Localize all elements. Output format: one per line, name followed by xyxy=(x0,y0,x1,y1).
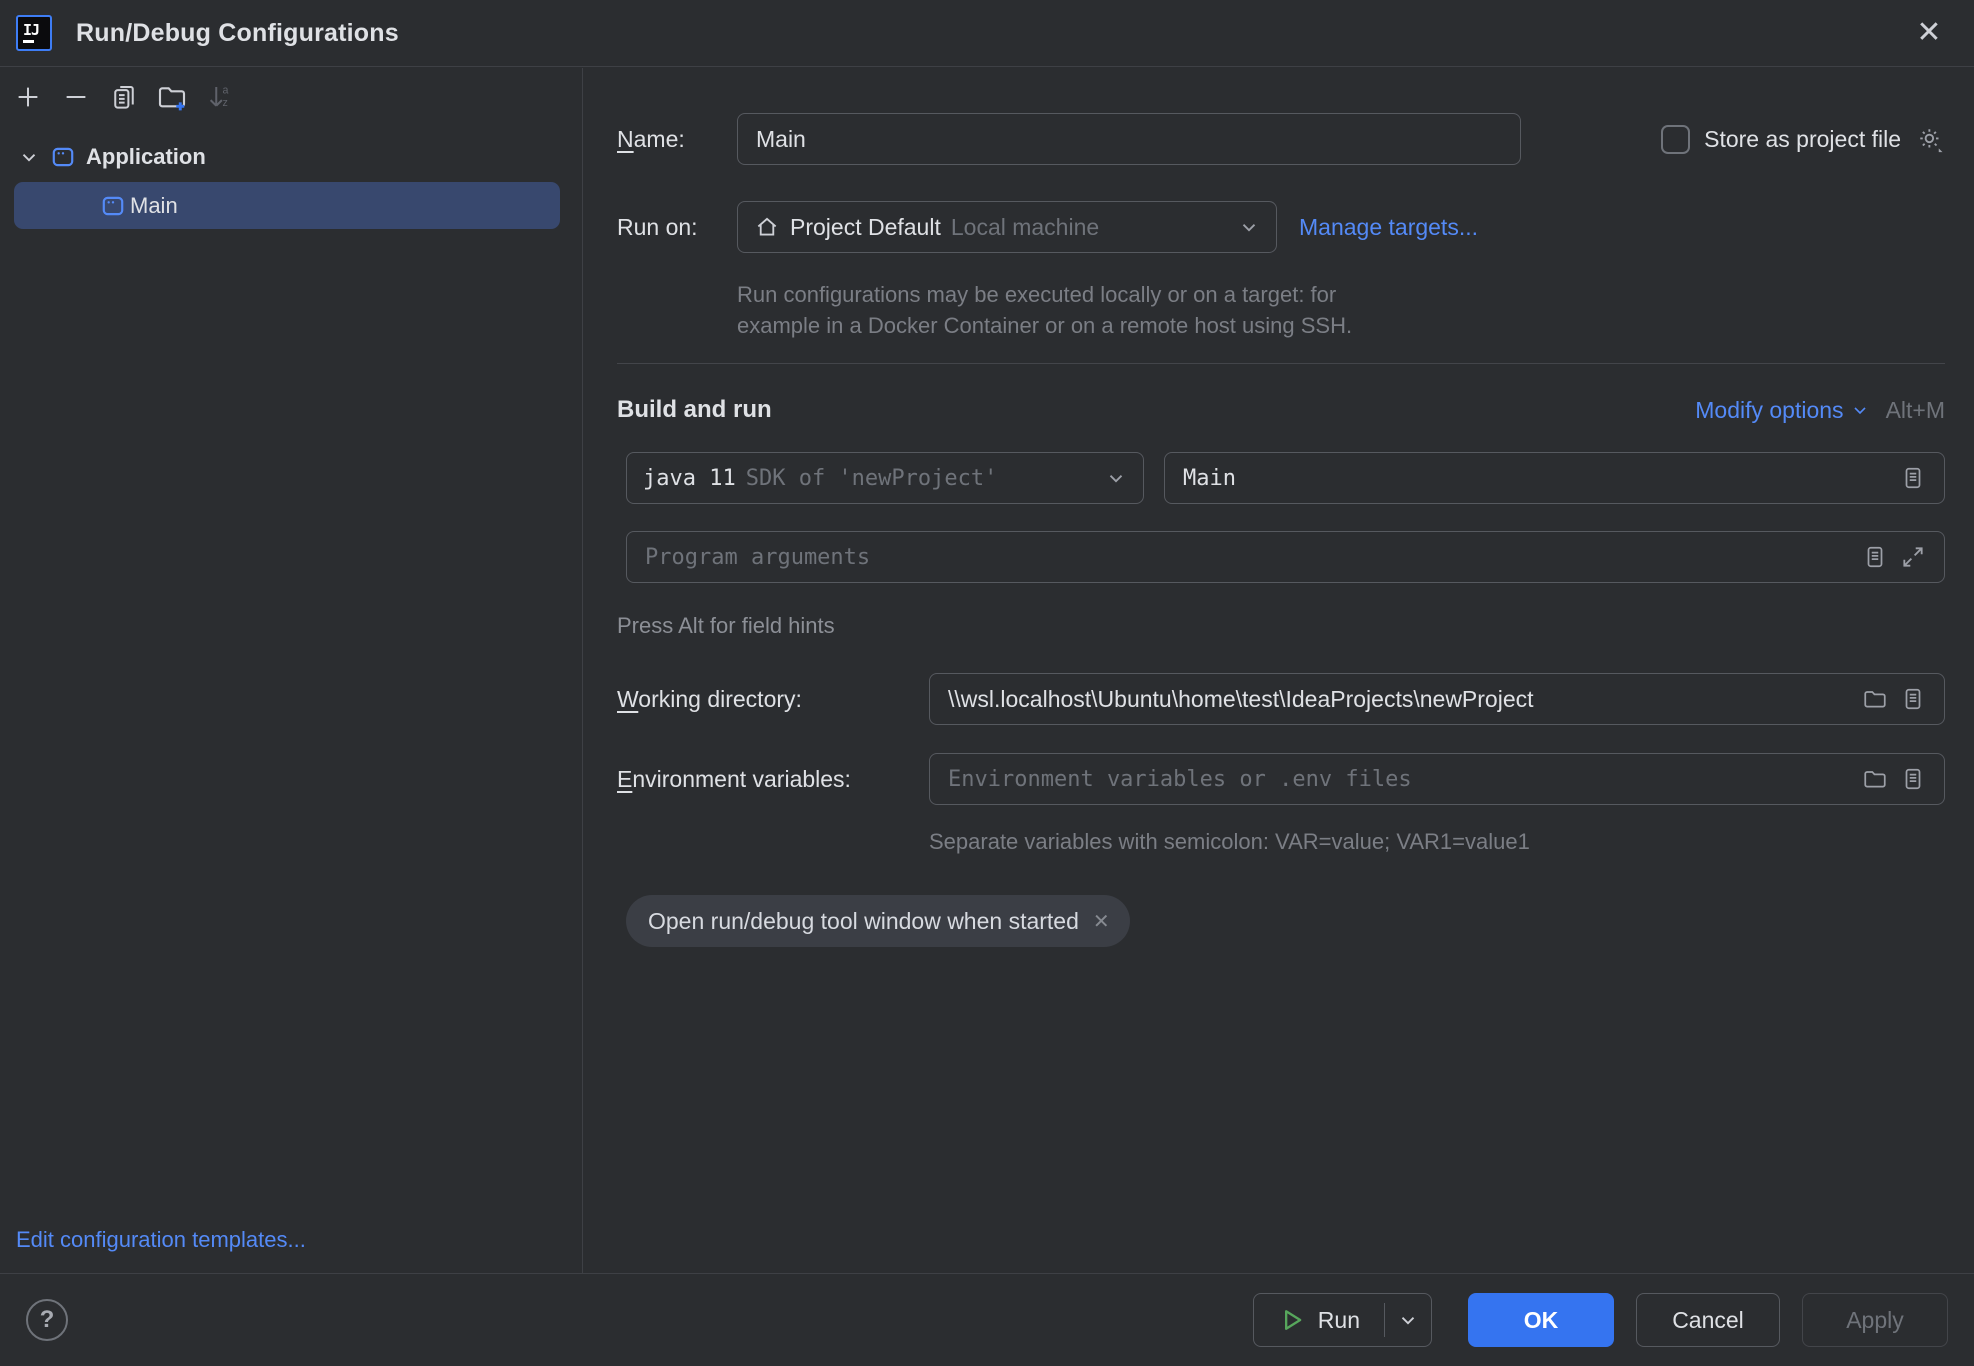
sort-configurations-button[interactable]: az xyxy=(196,77,244,117)
program-arguments-input[interactable] xyxy=(627,532,1862,582)
insert-macros-icon[interactable] xyxy=(1900,686,1926,712)
configurations-sidebar: az Application Main Edit configuration t… xyxy=(0,68,583,1273)
sdk-suffix: SDK of 'newProject' xyxy=(746,466,998,491)
help-icon[interactable]: ? xyxy=(26,1299,68,1341)
run-button[interactable]: Run xyxy=(1254,1294,1384,1346)
close-icon[interactable]: ✕ xyxy=(1912,16,1946,50)
environment-variables-hint: Separate variables with semicolon: VAR=v… xyxy=(929,829,1945,855)
apply-button[interactable]: Apply xyxy=(1802,1293,1948,1347)
build-and-run-section-header: Build and run Modify options Alt+M xyxy=(617,396,1945,424)
name-row: Name: Store as project file xyxy=(617,113,1945,165)
run-on-label: Run on: xyxy=(617,214,737,241)
gear-icon[interactable] xyxy=(1915,124,1945,154)
name-field xyxy=(737,113,1521,165)
sdk-value: java 11 xyxy=(643,466,736,491)
store-as-project-file-label: Store as project file xyxy=(1704,126,1901,153)
environment-variables-label: Environment variables: xyxy=(617,766,929,793)
new-folder-button[interactable] xyxy=(148,77,196,117)
press-alt-hint: Press Alt for field hints xyxy=(617,613,1945,639)
add-configuration-button[interactable] xyxy=(4,77,52,117)
store-as-project-file-checkbox[interactable] xyxy=(1661,125,1690,154)
chevron-down-icon xyxy=(1397,1309,1419,1331)
working-directory-row: Working directory: xyxy=(617,673,1945,725)
main-class-field xyxy=(1164,452,1945,504)
program-arguments-row xyxy=(626,531,1945,583)
sort-az-icon: az xyxy=(205,82,235,112)
insert-macros-icon[interactable] xyxy=(1900,766,1926,792)
edit-configuration-templates-link[interactable]: Edit configuration templates... xyxy=(16,1227,306,1253)
application-type-icon xyxy=(100,193,126,219)
run-options-chevron-button[interactable] xyxy=(1385,1294,1431,1346)
chip-label: Open run/debug tool window when started xyxy=(648,908,1079,935)
remove-configuration-button[interactable] xyxy=(52,77,100,117)
tree-item-label: Main xyxy=(130,193,178,219)
open-tool-window-chip: Open run/debug tool window when started … xyxy=(626,895,1130,947)
chip-close-icon[interactable]: ✕ xyxy=(1093,910,1110,932)
application-type-icon xyxy=(50,144,76,170)
configurations-tree: Application Main xyxy=(0,134,582,229)
run-play-icon xyxy=(1278,1306,1306,1334)
chevron-down-icon xyxy=(1850,400,1870,420)
environment-variables-row: Environment variables: xyxy=(617,753,1945,805)
run-debug-configurations-dialog: IJ Run/Debug Configurations ✕ az xyxy=(0,0,1974,1366)
run-target-dropdown[interactable]: Project Default Local machine xyxy=(737,201,1277,253)
name-label: Name: xyxy=(617,126,737,153)
expand-field-icon[interactable] xyxy=(1900,544,1926,570)
cancel-button[interactable]: Cancel xyxy=(1636,1293,1780,1347)
insert-macros-icon[interactable] xyxy=(1900,465,1926,491)
chevron-down-icon xyxy=(18,146,40,168)
svg-text:z: z xyxy=(223,97,228,109)
environment-variables-field xyxy=(929,753,1945,805)
svg-text:a: a xyxy=(223,84,229,96)
copy-icon xyxy=(109,82,139,112)
configuration-form: Name: Store as project file Run on: Proj… xyxy=(584,68,1974,1273)
modify-options-link[interactable]: Modify options xyxy=(1695,397,1869,424)
run-target-suffix: Local machine xyxy=(951,214,1099,241)
plus-icon xyxy=(13,82,43,112)
main-class-input[interactable] xyxy=(1165,453,1900,503)
tree-group-label: Application xyxy=(86,144,206,170)
run-target-value: Project Default xyxy=(790,214,941,241)
tree-item-main[interactable]: Main xyxy=(14,182,560,229)
dialog-footer: ? Run OK Cancel Apply xyxy=(0,1273,1974,1366)
ok-button[interactable]: OK xyxy=(1468,1293,1614,1347)
run-on-row: Run on: Project Default Local machine Ma… xyxy=(617,201,1945,253)
build-and-run-title: Build and run xyxy=(617,396,772,424)
minus-icon xyxy=(61,82,91,112)
working-directory-field xyxy=(929,673,1945,725)
section-divider xyxy=(617,363,1945,364)
modify-options-shortcut: Alt+M xyxy=(1886,397,1945,424)
environment-variables-input[interactable] xyxy=(930,754,1862,804)
dialog-title: Run/Debug Configurations xyxy=(76,19,399,48)
sdk-and-class-row: java 11 SDK of 'newProject' xyxy=(626,452,1945,504)
run-on-hint: Run configurations may be executed local… xyxy=(737,279,1945,341)
insert-macros-icon[interactable] xyxy=(1862,544,1888,570)
dialog-titlebar: IJ Run/Debug Configurations ✕ xyxy=(0,0,1974,67)
chevron-down-icon xyxy=(1238,216,1260,238)
browse-folder-icon[interactable] xyxy=(1862,686,1888,712)
chevron-down-icon xyxy=(1105,467,1127,489)
program-arguments-field xyxy=(626,531,1945,583)
run-split-button: Run xyxy=(1253,1293,1432,1347)
tree-group-application[interactable]: Application xyxy=(0,134,582,180)
intellij-idea-logo-icon: IJ xyxy=(16,15,52,51)
new-folder-icon xyxy=(156,81,188,113)
sidebar-toolbar: az xyxy=(0,68,582,126)
name-input[interactable] xyxy=(738,114,1508,164)
working-directory-input[interactable] xyxy=(930,674,1862,724)
jre-sdk-dropdown[interactable]: java 11 SDK of 'newProject' xyxy=(626,452,1144,504)
manage-targets-link[interactable]: Manage targets... xyxy=(1299,214,1478,241)
browse-folder-icon[interactable] xyxy=(1862,766,1888,792)
home-icon xyxy=(754,214,780,240)
copy-configuration-button[interactable] xyxy=(100,77,148,117)
store-as-project-file-group: Store as project file xyxy=(1661,124,1945,154)
working-directory-label: Working directory: xyxy=(617,686,929,713)
